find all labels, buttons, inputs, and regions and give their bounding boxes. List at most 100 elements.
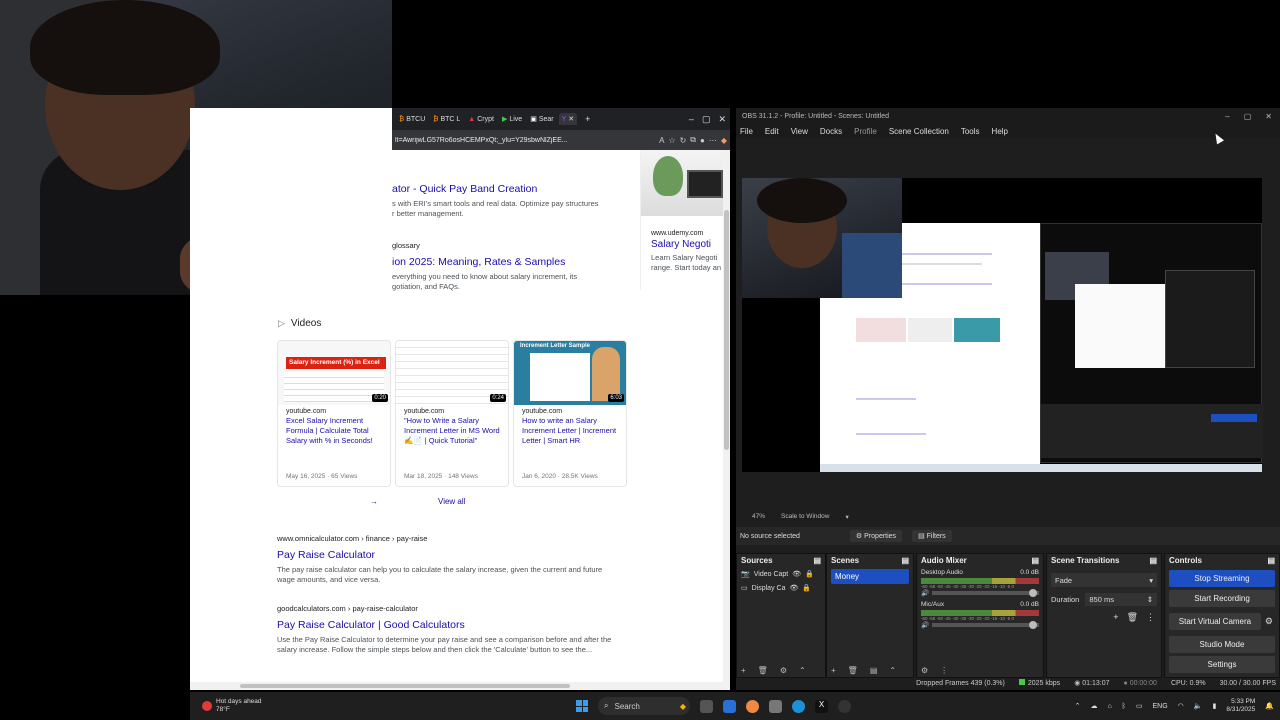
clock[interactable]: 5:33 PM 8/31/2025: [1226, 698, 1255, 714]
scale-mode[interactable]: Scale to Window: [781, 513, 829, 521]
transition-select[interactable]: Fade ▾: [1051, 573, 1157, 587]
settings-button[interactable]: Settings: [1169, 656, 1275, 673]
more-icon[interactable]: ⋮: [940, 666, 948, 675]
browser-tab-active[interactable]: Y ✕: [558, 113, 578, 125]
windows-start-icon[interactable]: [576, 700, 588, 712]
menu-profile[interactable]: Profile: [854, 127, 877, 136]
video-title[interactable]: How to write an Salary Increment Letter …: [514, 416, 626, 446]
result-title[interactable]: ion 2025: Meaning, Rates & Samples: [392, 256, 565, 268]
battery-icon[interactable]: ▮: [1213, 702, 1217, 710]
browser-tab[interactable]: ▣ Sear: [527, 113, 556, 125]
dock-menu-icon[interactable]: ▤: [1149, 556, 1157, 565]
vertical-scrollbar[interactable]: [723, 150, 730, 684]
store-icon[interactable]: [723, 699, 736, 713]
filter-icon[interactable]: ▤: [870, 666, 878, 675]
video-card[interactable]: Increment Letter Sample 6:03 youtube.com…: [513, 340, 627, 487]
edge-icon[interactable]: [792, 699, 805, 713]
obs-icon[interactable]: [838, 699, 851, 713]
chrome-icon[interactable]: [746, 699, 759, 713]
refresh-icon[interactable]: ↻: [680, 136, 687, 145]
add-icon[interactable]: +: [1113, 612, 1118, 623]
duration-input[interactable]: 850 ms ⇕: [1085, 593, 1157, 606]
bluetooth-icon[interactable]: ᛒ: [1122, 703, 1126, 710]
address-bar[interactable]: lt=AwrijwLG57Ro6osHCEMPxQt;_ylu=Y29sbwNl…: [392, 130, 730, 150]
result-title[interactable]: ator - Quick Pay Band Creation: [392, 183, 537, 195]
x-icon[interactable]: X: [815, 699, 828, 713]
trash-icon[interactable]: 🗑: [758, 666, 768, 675]
video-title[interactable]: "How to Write a Salary Increment Letter …: [396, 416, 508, 446]
favorite-icon[interactable]: ☆: [668, 136, 675, 145]
browser-tab[interactable]: ₿ BTC L: [430, 114, 463, 125]
video-card[interactable]: 0:24 youtube.com "How to Write a Salary …: [395, 340, 509, 487]
trash-icon[interactable]: 🗑: [1127, 612, 1138, 623]
source-item[interactable]: 📷 Video Capt 👁 🔒: [737, 567, 825, 581]
eye-icon[interactable]: 👁: [792, 570, 801, 578]
chevron-down-icon[interactable]: ▾: [845, 513, 848, 521]
menu-edit[interactable]: Edit: [765, 127, 779, 136]
lock-icon[interactable]: 🔒: [805, 570, 814, 578]
menu-file[interactable]: File: [740, 127, 753, 136]
speaker-icon[interactable]: 🔊: [921, 589, 929, 597]
taskbar-search[interactable]: ⌕ Search ◆: [598, 697, 690, 715]
start-recording-button[interactable]: Start Recording: [1169, 590, 1275, 607]
view-all-videos[interactable]: → View all: [370, 497, 530, 506]
menu-help[interactable]: Help: [992, 127, 1008, 136]
language-indicator[interactable]: ENG: [1153, 703, 1168, 710]
menu-scene-collection[interactable]: Scene Collection: [889, 127, 949, 136]
minimize-icon[interactable]: –: [1225, 112, 1229, 121]
minimize-icon[interactable]: –: [689, 114, 694, 124]
eye-icon[interactable]: 👁: [789, 584, 798, 592]
up-icon[interactable]: ⌃: [889, 666, 896, 675]
wifi-icon[interactable]: ◠: [1178, 702, 1184, 710]
app-icon[interactable]: [769, 699, 782, 713]
close-icon[interactable]: ✕: [568, 115, 574, 123]
dock-menu-icon[interactable]: ▤: [1267, 556, 1275, 565]
menu-docks[interactable]: Docks: [820, 127, 842, 136]
close-icon[interactable]: ✕: [1265, 112, 1272, 121]
maximize-icon[interactable]: ▢: [702, 114, 711, 125]
volume-slider[interactable]: [932, 589, 1039, 597]
menu-view[interactable]: View: [791, 127, 808, 136]
source-item[interactable]: ▭ Display Ca 👁 🔒: [737, 581, 825, 595]
studio-mode-button[interactable]: Studio Mode: [1169, 636, 1275, 653]
scene-item[interactable]: Money: [831, 569, 909, 584]
video-card[interactable]: Salary Increment (%) in Excel 0:20 youtu…: [277, 340, 391, 487]
udemy-title[interactable]: Salary Negoti: [641, 239, 723, 250]
start-virtual-camera-button[interactable]: Start Virtual Camera: [1169, 613, 1261, 630]
obs-preview[interactable]: [742, 178, 1263, 472]
speaker-icon[interactable]: 🔊: [921, 621, 929, 629]
notification-icon[interactable]: 🔔: [1265, 702, 1274, 710]
dock-menu-icon[interactable]: ▤: [813, 556, 821, 565]
add-icon[interactable]: +: [741, 666, 746, 675]
gear-icon[interactable]: ⚙: [1265, 616, 1279, 627]
trash-icon[interactable]: 🗑: [848, 666, 858, 675]
up-icon[interactable]: ⌃: [799, 666, 806, 675]
text-size-icon[interactable]: A: [659, 136, 664, 145]
properties-button[interactable]: ⚙ Properties: [849, 530, 903, 542]
cloud-icon[interactable]: ☁: [1090, 702, 1097, 710]
tray-app-icon[interactable]: ▭: [1136, 702, 1143, 710]
chevron-up-icon[interactable]: ⌃: [1075, 702, 1081, 710]
copilot-icon[interactable]: ◆: [721, 136, 727, 145]
profile-icon[interactable]: ●: [700, 136, 705, 145]
dock-menu-icon[interactable]: ▤: [1031, 556, 1039, 565]
dock-menu-icon[interactable]: ▤: [901, 556, 909, 565]
weather-widget[interactable]: Hot days ahead 78°F: [190, 698, 262, 714]
network-icon[interactable]: ⌂: [1107, 703, 1111, 710]
browser-tab[interactable]: ₿ BTCU: [396, 114, 428, 125]
lock-icon[interactable]: 🔒: [802, 584, 811, 592]
gear-icon[interactable]: ⚙: [921, 666, 928, 675]
browser-tab[interactable]: ▲ Crypt: [465, 114, 497, 125]
task-view-icon[interactable]: [700, 699, 713, 713]
maximize-icon[interactable]: ▢: [1244, 112, 1252, 121]
add-icon[interactable]: +: [831, 666, 836, 675]
horizontal-scrollbar[interactable]: [190, 682, 730, 690]
close-window-icon[interactable]: ✕: [718, 114, 726, 125]
filters-button[interactable]: ▤ Filters: [912, 530, 952, 542]
gear-icon[interactable]: ⚙: [780, 666, 787, 675]
more-icon[interactable]: ⋮: [1146, 612, 1155, 623]
result-title[interactable]: Pay Raise Calculator: [277, 549, 375, 561]
video-title[interactable]: Excel Salary Increment Formula | Calcula…: [278, 416, 390, 446]
result-title[interactable]: Pay Raise Calculator | Good Calculators: [277, 619, 465, 631]
more-icon[interactable]: ⋯: [709, 136, 717, 145]
